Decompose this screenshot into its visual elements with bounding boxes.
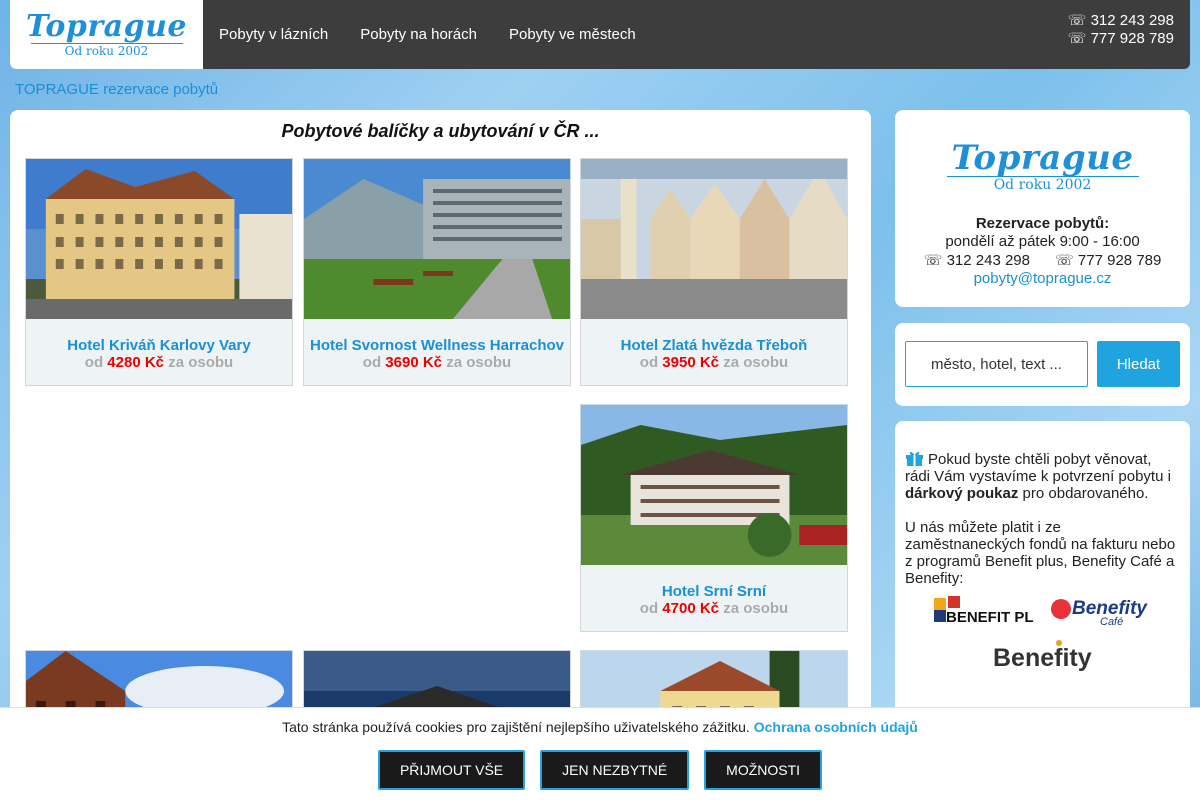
- cookie-message: Tato stránka používá cookies pro zajiště…: [0, 719, 1200, 735]
- breadcrumb[interactable]: TOPRAGUE rezervace pobytů: [15, 81, 218, 98]
- price-suffix: za osobu: [446, 354, 512, 371]
- top-header: Toprague Od roku 2002 Pobyty v lázních P…: [10, 0, 1190, 69]
- price-prefix: od: [84, 354, 104, 371]
- hotel-name[interactable]: Hotel Zlatá hvězda Třeboň: [587, 337, 841, 354]
- price-line: od 3690 Kč za osobu: [363, 354, 511, 371]
- hotel-photo-srni[interactable]: [581, 405, 847, 565]
- hotel-price: 3690 Kč: [385, 354, 443, 371]
- benefity-cafe-logo: Benefity Café: [1050, 598, 1148, 626]
- contact-phones[interactable]: ☏ 312 243 298 ☏ 777 928 789: [895, 251, 1190, 270]
- benefit-plus-text: BENEFIT PLUS: [946, 609, 1034, 626]
- nav-spa-stays[interactable]: Pobyty v lázních: [219, 26, 328, 43]
- price-suffix: za osobu: [723, 354, 789, 371]
- benefity-logo-wrap: Benefity: [905, 640, 1180, 678]
- privacy-link[interactable]: Ochrana osobních údajů: [754, 719, 918, 735]
- search-panel: Hledat: [895, 323, 1190, 406]
- price-line: od 3950 Kč za osobu: [640, 354, 788, 371]
- cafe-sub-text: Café: [1100, 616, 1123, 626]
- cookie-text: Tato stránka používá cookies pro zajiště…: [282, 719, 750, 735]
- benefity-text: Benefity: [993, 644, 1092, 672]
- price-prefix: od: [639, 600, 659, 617]
- hotel-photo-zlata-hvezda[interactable]: [581, 159, 847, 319]
- gift-text-b: pro obdarovaného.: [1018, 485, 1149, 502]
- search-button[interactable]: Hledat: [1097, 341, 1180, 387]
- hotel-name[interactable]: Hotel Svornost Wellness Harrachov: [310, 337, 564, 354]
- sidebar-logo[interactable]: Toprague Od roku 2002: [895, 110, 1190, 192]
- price-suffix: za osobu: [723, 600, 789, 617]
- contact-panel: Toprague Od roku 2002 Rezervace pobytů: …: [895, 110, 1190, 307]
- payment-text: U nás můžete platit i ze zaměstnaneckých…: [905, 519, 1176, 587]
- hotel-card-svornost[interactable]: Hotel Svornost Wellness Harrachov od 369…: [303, 158, 571, 386]
- gift-text-bold: dárkový poukaz: [905, 485, 1019, 502]
- cookie-bar: Tato stránka používá cookies pro zajiště…: [0, 707, 1200, 800]
- page-title: Pobytové balíčky a ubytování v ČR ...: [281, 121, 600, 141]
- gift-icon: [906, 451, 923, 466]
- site-logo[interactable]: Toprague Od roku 2002: [10, 0, 203, 69]
- hotel-price: 4280 Kč: [107, 354, 165, 371]
- contact-email[interactable]: pobyty@toprague.cz: [895, 270, 1190, 287]
- hotel-photo-svornost[interactable]: [304, 159, 570, 319]
- price-line: od 4700 Kč za osobu: [640, 600, 788, 617]
- hotel-name[interactable]: Hotel Kriváň Karlovy Vary: [32, 337, 286, 354]
- hotel-photo-krivan[interactable]: [26, 159, 292, 319]
- cookie-options-button[interactable]: MOŽNOSTI: [704, 750, 823, 790]
- main-content: Pobytové balíčky a ubytování v ČR ... Ho…: [10, 110, 871, 800]
- hotel-name[interactable]: Hotel Srní Srní: [587, 583, 841, 600]
- nav-mountain-stays[interactable]: Pobyty na horách: [360, 26, 477, 43]
- price-prefix: od: [639, 354, 659, 371]
- hotel-card-srni[interactable]: Hotel Srní Srní od 4700 Kč za osobu: [580, 404, 848, 632]
- office-hours: pondělí až pátek 9:00 - 16:00: [945, 233, 1140, 250]
- cookie-buttons: PŘIJMOUT VŠE JEN NEZBYTNÉ MOŽNOSTI: [0, 750, 1200, 790]
- gift-voucher-text: Pokud byste chtěli pobyt věnovat, rádi V…: [905, 449, 1180, 502]
- reservation-title: Rezervace pobytů:: [975, 215, 1110, 232]
- benefit-plus-logo: BENEFIT PLUS: [933, 596, 1034, 626]
- benefit-logos: BENEFIT PLUS Benefity Café: [905, 596, 1180, 626]
- logo-subtitle: Od roku 2002: [993, 177, 1092, 193]
- header-phones: ☏ 312 243 298 ☏ 777 928 789: [1068, 0, 1190, 69]
- logo-subtitle: Od roku 2002: [64, 43, 149, 58]
- price-suffix: za osobu: [168, 354, 234, 371]
- nav-city-stays[interactable]: Pobyty ve městech: [509, 26, 636, 43]
- header-phone-2[interactable]: ☏ 777 928 789: [1068, 30, 1174, 48]
- hotel-price: 3950 Kč: [662, 354, 720, 371]
- header-phone-1[interactable]: ☏ 312 243 298: [1068, 12, 1174, 30]
- price-line: od 4280 Kč za osobu: [85, 354, 233, 371]
- hotel-card-zlata-hvezda[interactable]: Hotel Zlatá hvězda Třeboň od 3950 Kč za …: [580, 158, 848, 386]
- main-nav: Pobyty v lázních Pobyty na horách Pobyty…: [203, 0, 668, 69]
- hotel-price: 4700 Kč: [662, 600, 720, 617]
- price-prefix: od: [362, 354, 382, 371]
- logo-wordmark: Toprague: [26, 8, 187, 44]
- benefity-logo: Benefity: [993, 640, 1092, 672]
- accept-all-button[interactable]: PŘIJMOUT VŠE: [377, 750, 526, 790]
- hotel-card-krivan[interactable]: Hotel Kriváň Karlovy Vary od 4280 Kč za …: [25, 158, 293, 386]
- gift-text-a: Pokud byste chtěli pobyt věnovat, rádi V…: [905, 451, 1171, 485]
- necessary-only-button[interactable]: JEN NEZBYTNÉ: [540, 750, 690, 790]
- search-input[interactable]: [905, 341, 1088, 387]
- logo-wordmark: Toprague: [951, 138, 1134, 178]
